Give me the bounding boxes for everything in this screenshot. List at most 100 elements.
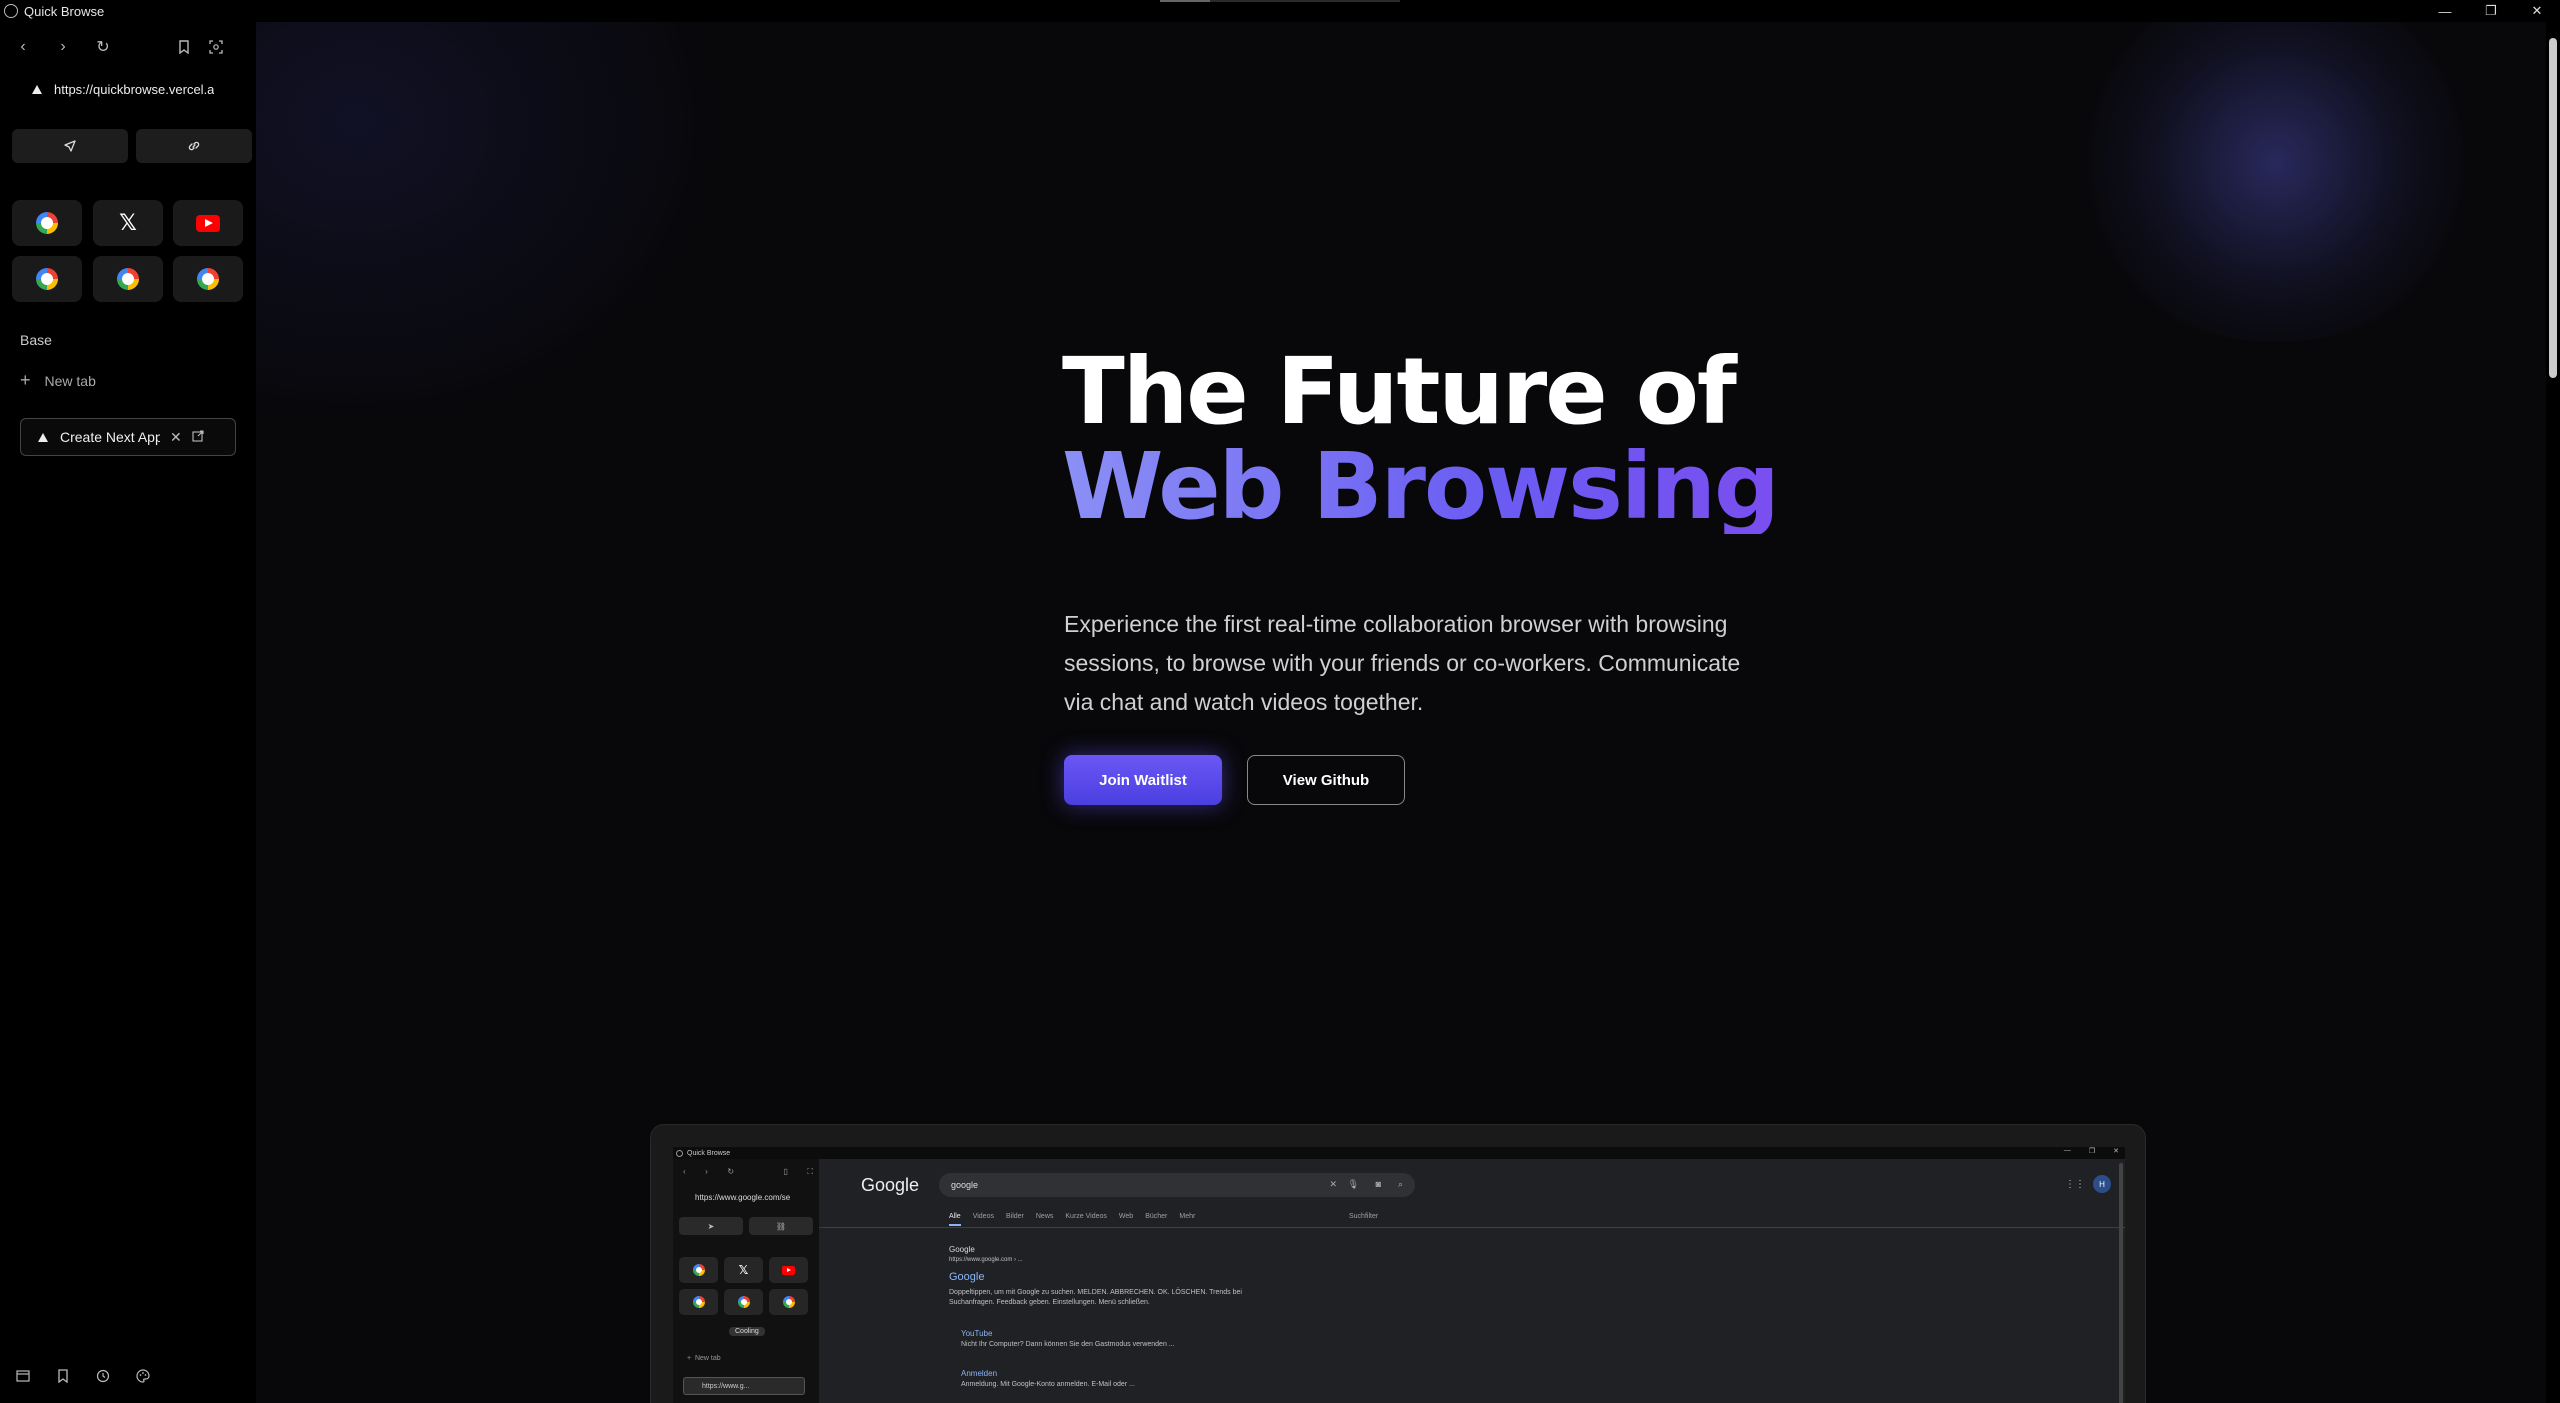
camera-icon: ◙ [1375, 1179, 1381, 1189]
x-icon: 𝕏 [119, 210, 137, 236]
favorite-google[interactable] [12, 256, 82, 302]
close-window-button[interactable]: ✕ [2514, 0, 2560, 22]
preview-divider [819, 1227, 2125, 1228]
restore-button[interactable]: ❐ [2468, 0, 2514, 22]
link-icon [188, 141, 200, 151]
tab-title: Create Next App [60, 429, 160, 445]
preview-sublink-1-snippet: Nicht Ihr Computer? Dann können Sie den … [961, 1341, 1175, 1348]
new-tab-button[interactable]: + New tab [20, 370, 96, 391]
site-favicon-icon [32, 84, 42, 94]
preview-scrollbar [2119, 1163, 2123, 1403]
tab-item-active[interactable]: Create Next App ✕ [20, 418, 236, 456]
google-icon [692, 1264, 705, 1276]
site-favicon-icon [38, 432, 48, 442]
preview-search-box: google ✕ 🎙 ◙ ⌕ [939, 1173, 1415, 1197]
favorite-x[interactable]: 𝕏 [93, 200, 163, 246]
preview-result-url: https://www.google.com › ... [949, 1257, 1023, 1263]
view-github-button[interactable]: View Github [1247, 755, 1405, 805]
back-icon[interactable]: ‹ [12, 36, 34, 58]
navigation-controls: ‹ › ↻ [12, 36, 244, 58]
hero-title-line1: The Future of [1062, 338, 1737, 445]
preview-favorite-google [724, 1289, 763, 1315]
search-icon: ⌕ [1397, 1179, 1403, 1189]
clear-icon: ✕ [1329, 1179, 1337, 1189]
google-icon [737, 1296, 750, 1308]
hero-description: Experience the first real-time collabora… [1064, 611, 1741, 715]
preview-sublink-2-snippet: Anmeldung. Mit Google-Konto anmelden. E-… [961, 1381, 1135, 1388]
preview-search-tabs: Alle Videos Bilder News Kurze Videos Web… [949, 1213, 1195, 1226]
preview-cursor-button: ➤ [679, 1217, 743, 1235]
preview-search-filter: Suchfilter [1349, 1213, 1379, 1220]
preview-favorite-google [679, 1289, 718, 1315]
preview-result-snippet-1: Doppeltippen, um mit Google zu suchen. M… [949, 1289, 1242, 1296]
window-icon[interactable] [12, 1365, 34, 1387]
youtube-icon [196, 214, 220, 232]
google-icon [692, 1296, 705, 1308]
join-waitlist-button[interactable]: Join Waitlist [1064, 755, 1222, 805]
favorite-google[interactable] [173, 256, 243, 302]
address-bar[interactable]: https://quickbrowse.vercel.app [16, 78, 226, 100]
preview-favorite-youtube [769, 1257, 808, 1283]
sidebar-footer [12, 1365, 154, 1387]
cursor-share-button[interactable] [12, 129, 128, 163]
hero-title-line2: Web Browsing [1062, 433, 1780, 540]
preview-google-page: Google google ✕ 🎙 ◙ ⌕ ⋮⋮ H Alle Videos B… [819, 1159, 2125, 1403]
page-scrollbar[interactable] [2546, 22, 2560, 1403]
preview-tab: https://www.g... [683, 1377, 805, 1395]
window-controls: — ❐ ✕ [2422, 0, 2560, 22]
screenshot-icon[interactable] [205, 36, 227, 58]
preview-window-controls: — ❐ ✕ [2063, 1147, 2119, 1155]
preview-app-icon [676, 1149, 683, 1157]
preview-sidebar: ‹ › ↻ ▯ ⛶ https://www.google.com/se ➤ ⛓ 𝕏 Co… [673, 1159, 819, 1403]
open-external-icon[interactable] [192, 429, 204, 445]
mic-icon: 🎙 [1347, 1179, 1359, 1189]
google-icon [117, 268, 139, 290]
preview-session-badge: Cooling [729, 1327, 765, 1336]
preview-result-snippet-2: Suchanfragen. Feedback geben. Einstellun… [949, 1299, 1150, 1306]
hero-title: The Future of Web Browsing [1062, 338, 1780, 540]
preview-favorite-google [769, 1289, 808, 1315]
preview-result-title: Google [949, 1271, 985, 1283]
window-drag-handle[interactable] [1160, 0, 1400, 2]
tab-group-label: Base [20, 332, 52, 348]
window-title: Quick Browse [24, 3, 105, 19]
app-logo-icon [4, 4, 18, 18]
forward-icon[interactable]: › [52, 36, 74, 58]
x-icon: 𝕏 [738, 1263, 749, 1277]
app-preview-screenshot: Quick Browse — ❐ ✕ ‹ › ↻ ▯ ⛶ https://www.googl… [673, 1147, 2125, 1403]
youtube-icon [782, 1265, 795, 1275]
palette-icon[interactable] [132, 1365, 154, 1387]
cursor-icon [64, 140, 76, 152]
preview-sublink-1-title: YouTube [961, 1329, 993, 1338]
preview-search-query: google [951, 1180, 979, 1190]
title-bar: Quick Browse — ❐ ✕ [0, 0, 2560, 22]
google-icon [36, 212, 58, 234]
close-tab-icon[interactable]: ✕ [170, 429, 182, 446]
url-input[interactable]: https://quickbrowse.vercel.app [54, 82, 214, 97]
favorite-youtube[interactable] [173, 200, 243, 246]
minimize-button[interactable]: — [2422, 0, 2468, 22]
preview-favorite-google [679, 1257, 718, 1283]
favorite-google[interactable] [93, 256, 163, 302]
bookmarks-icon[interactable] [52, 1365, 74, 1387]
background-glow [2066, 22, 2486, 342]
preview-url: https://www.google.com/se [695, 1193, 791, 1202]
preview-title-bar: Quick Browse — ❐ ✕ [673, 1147, 2125, 1159]
sidebar: ‹ › ↻ https://quickbrowse.vercel.app 𝕏 B… [0, 22, 256, 1403]
reload-icon[interactable]: ↻ [92, 36, 114, 58]
bookmark-icon[interactable] [173, 36, 195, 58]
history-icon[interactable] [92, 1365, 114, 1387]
copy-link-button[interactable] [136, 129, 252, 163]
preview-nav-icons: ‹ › ↻ ▯ ⛶ [683, 1167, 813, 1176]
page-viewport: The Future of Web Browsing Experience th… [256, 22, 2546, 1403]
google-icon [36, 268, 58, 290]
scrollbar-thumb[interactable] [2549, 38, 2557, 378]
preview-result-site: Google [949, 1245, 975, 1254]
preview-new-tab: + New tab [687, 1355, 721, 1362]
preview-sublink-2-title: Anmelden [961, 1369, 998, 1378]
preview-google-logo: Google [861, 1175, 920, 1195]
preview-link-button: ⛓ [749, 1217, 813, 1235]
favorite-google[interactable] [12, 200, 82, 246]
preview-favorite-x: 𝕏 [724, 1257, 763, 1283]
google-icon [197, 268, 219, 290]
